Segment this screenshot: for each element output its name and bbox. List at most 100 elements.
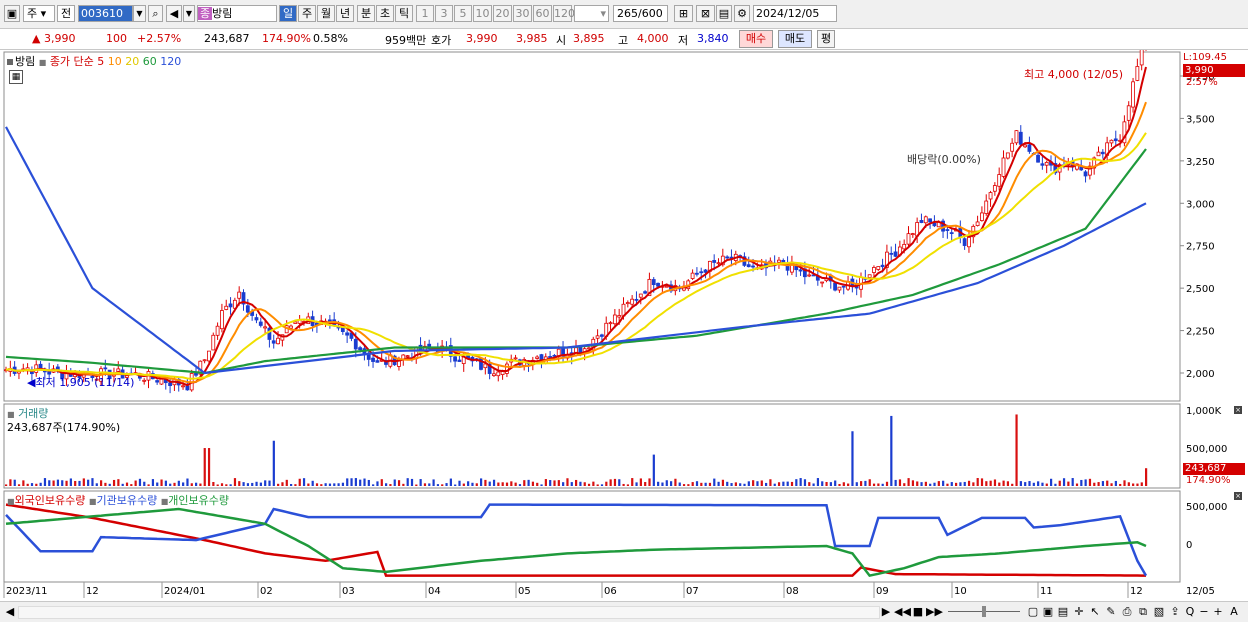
window-menu-icon[interactable]: ▣ (4, 5, 20, 22)
layout-icon[interactable]: ▤ (1056, 604, 1070, 619)
save-icon[interactable]: ▤ (716, 5, 732, 22)
volume-bar (1123, 480, 1126, 486)
volume-bar (268, 480, 271, 486)
interval-week[interactable]: 주 (298, 5, 316, 22)
volume-bar (354, 478, 357, 486)
crosshair-icon[interactable]: ✛ (1072, 604, 1086, 619)
buy-button[interactable]: 매수 (739, 30, 773, 48)
gear-icon[interactable]: ⚙ (734, 5, 750, 22)
volume-bar (367, 479, 370, 486)
zoom-in-icon[interactable]: + (1212, 604, 1224, 619)
layout-icon[interactable]: ▣ (1041, 604, 1055, 619)
volume-bar (56, 479, 60, 486)
volume-bar (195, 482, 198, 486)
price-tick-label: 2,000 (1186, 369, 1215, 380)
eval-button[interactable]: 평 (817, 30, 835, 48)
interval-second[interactable]: 초 (376, 5, 394, 22)
volume-bar (765, 482, 768, 486)
candle-body (142, 379, 147, 382)
scroll-right-icon[interactable]: ▶ (880, 604, 892, 619)
legend-square-icon: ■ (7, 497, 15, 506)
volume-bar (652, 454, 655, 486)
table-icon[interactable]: ▦ (9, 70, 23, 84)
prev-button[interactable]: 전 (57, 5, 75, 22)
volume-bar (933, 482, 936, 486)
volume-bar (1015, 414, 1018, 486)
stock-name-field[interactable]: 종 방림 (197, 5, 277, 22)
rewind-icon[interactable]: ◀◀ (894, 604, 911, 619)
copy-icon[interactable]: ⧉ (1136, 604, 1150, 619)
stock-code-input[interactable]: 003610 (78, 5, 133, 22)
zoom-out-icon[interactable]: − (1198, 604, 1210, 619)
volume-bar (898, 479, 902, 486)
interval-minute[interactable]: 분 (357, 5, 375, 22)
code-dropdown-icon[interactable]: ▼ (133, 5, 146, 22)
candle-body (1027, 144, 1032, 152)
search-icon[interactable]: ⌕ (148, 5, 163, 22)
zoom-search-icon[interactable]: Q (1184, 604, 1196, 619)
volume-bar (993, 479, 997, 486)
speaker-dropdown-icon[interactable]: ▼ (183, 5, 195, 22)
candle-body (496, 371, 501, 377)
volume-bar (786, 481, 789, 486)
price-tick-label: 3,500 (1186, 114, 1215, 125)
interval-day[interactable]: 일 (279, 5, 297, 22)
price-tick-label: 2,500 (1186, 284, 1215, 295)
volume-bar (618, 479, 621, 486)
export-icon[interactable]: ⇪ (1168, 604, 1182, 619)
interval-month[interactable]: 월 (317, 5, 335, 22)
minute-30[interactable]: 30 (513, 5, 532, 22)
interval-year[interactable]: 년 (336, 5, 354, 22)
volume-bar (769, 479, 772, 486)
chart-tools-icon[interactable]: ⊞ (674, 5, 693, 22)
sell-button[interactable]: 매도 (778, 30, 812, 48)
cursor-icon[interactable]: ↖ (1088, 604, 1102, 619)
minute-120[interactable]: 120 (553, 5, 575, 22)
count-field[interactable]: 265/600 (613, 5, 668, 22)
minute-60[interactable]: 60 (533, 5, 552, 22)
volume-bar (929, 483, 932, 486)
close-panel-icon[interactable]: × (1234, 406, 1242, 414)
turnover-percent: 0.58% (313, 32, 348, 45)
volume-bar (756, 481, 759, 486)
volume-bar (631, 478, 634, 486)
minute-10[interactable]: 10 (473, 5, 492, 22)
volume-bar (834, 480, 837, 486)
layout-icon[interactable]: ▢ (1026, 604, 1040, 619)
close-panel-icon[interactable]: × (1234, 492, 1242, 500)
scroll-left-icon[interactable]: ◀ (4, 604, 16, 619)
period-select[interactable]: 주 ▾ (23, 5, 55, 22)
indicator-icon[interactable]: ⊠ (696, 5, 715, 22)
interval-tick[interactable]: 틱 (395, 5, 413, 22)
candle-body (220, 310, 224, 330)
date-field[interactable]: 2024/12/05 (753, 5, 837, 22)
stop-icon[interactable]: ■ (912, 604, 924, 619)
minute-3[interactable]: 3 (435, 5, 453, 22)
speaker-icon[interactable]: ◀ (166, 5, 182, 22)
candle-body (651, 279, 656, 286)
scrollbar-track[interactable] (18, 606, 880, 619)
volume-bar (505, 482, 509, 486)
change-percent: +2.57% (137, 32, 182, 45)
custom-interval-select[interactable]: ▾ (574, 5, 609, 22)
minute-1[interactable]: 1 (416, 5, 434, 22)
auto-scale-icon[interactable]: A (1228, 604, 1240, 619)
fast-forward-icon[interactable]: ▶▶ (926, 604, 943, 619)
volume-bar (657, 481, 660, 486)
volume-bar (492, 479, 496, 486)
volume-bar (1062, 478, 1066, 486)
volume-bar (635, 482, 638, 486)
volume-bar (117, 479, 120, 486)
minute-5[interactable]: 5 (454, 5, 472, 22)
volume-bar (1114, 480, 1117, 486)
print-icon[interactable]: ⎙ (1120, 604, 1134, 619)
draw-icon[interactable]: ✎ (1104, 604, 1118, 619)
candle-body (643, 291, 647, 294)
image-icon[interactable]: ▧ (1152, 604, 1166, 619)
volume-bar (134, 480, 137, 486)
stock-chart[interactable]: 3,7503,5003,2503,0002,7502,5002,2502,000… (0, 50, 1248, 601)
minute-20[interactable]: 20 (493, 5, 512, 22)
volume-bar (803, 479, 807, 486)
zoom-slider[interactable] (948, 604, 1020, 619)
volume-bar (48, 480, 51, 486)
